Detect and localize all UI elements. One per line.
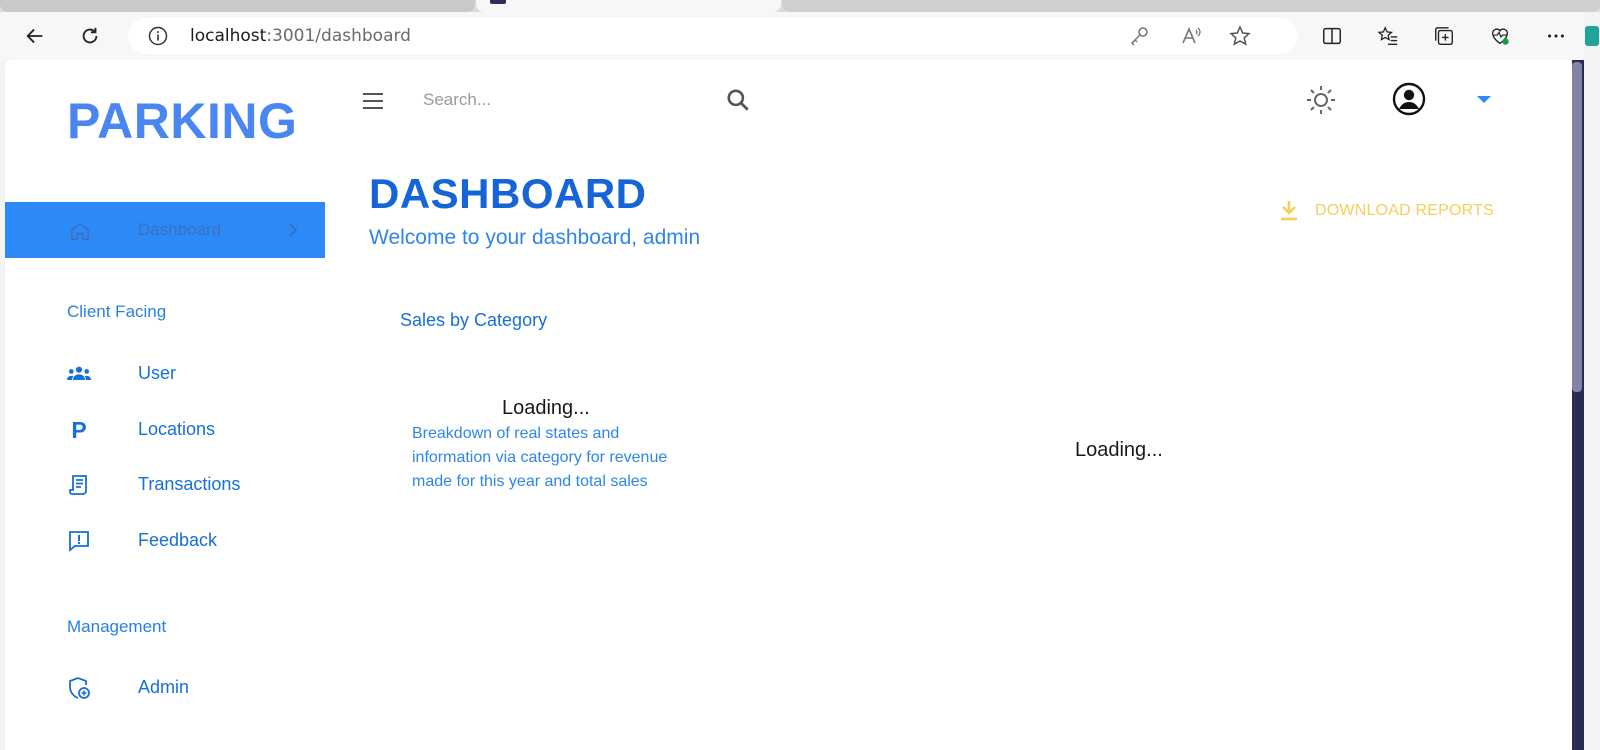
address-bar[interactable]: localhost:3001/dashboard bbox=[128, 18, 1298, 54]
sidebar-item-label: Locations bbox=[138, 419, 216, 439]
site-info-icon[interactable] bbox=[148, 26, 168, 46]
sidebar-item-label: Admin bbox=[138, 677, 190, 697]
back-button[interactable] bbox=[19, 20, 51, 52]
search-input[interactable] bbox=[423, 86, 713, 114]
more-menu-button[interactable] bbox=[1540, 20, 1572, 52]
users-icon bbox=[67, 362, 91, 386]
loading-indicator: Loading... bbox=[1075, 439, 1163, 461]
reload-icon bbox=[82, 27, 98, 44]
browser-tab-strip bbox=[0, 0, 1600, 12]
sidebar-item-label: User bbox=[138, 363, 177, 383]
sidebar-item-locations[interactable]: P Locations bbox=[5, 409, 325, 449]
sidebar-item-user[interactable]: User bbox=[5, 353, 325, 393]
section-management: Management bbox=[67, 617, 167, 636]
section-client-facing: Client Facing bbox=[67, 302, 167, 321]
feedback-icon bbox=[67, 529, 91, 553]
brand-logo[interactable]: PARKING bbox=[67, 92, 297, 150]
browser-tab[interactable] bbox=[782, 0, 1600, 12]
download-icon bbox=[1281, 201, 1297, 221]
download-reports-button[interactable]: DOWNLOAD REPORTS bbox=[1277, 196, 1494, 226]
search-icon[interactable] bbox=[725, 87, 751, 113]
favorites-list-icon bbox=[1377, 26, 1398, 45]
read-aloud-icon[interactable] bbox=[1180, 25, 1202, 47]
sidebar-item-label: Feedback bbox=[138, 530, 218, 550]
web-page: PARKING Dashboard Client Facing User P L… bbox=[5, 60, 1572, 750]
sidebar-item-dashboard[interactable]: Dashboard bbox=[5, 202, 325, 258]
heart-pulse-icon bbox=[1491, 28, 1509, 45]
caret-down-icon[interactable] bbox=[1475, 92, 1493, 106]
sidebar-item-label: Dashboard bbox=[138, 220, 222, 239]
browser-tab[interactable] bbox=[0, 0, 475, 12]
card-description: Breakdown of real states and information… bbox=[412, 425, 668, 490]
page-subtitle: Welcome to your dashboard, admin bbox=[369, 226, 701, 249]
page-title: DASHBOARD bbox=[369, 170, 647, 217]
sidebar-item-label: Transactions bbox=[138, 474, 241, 494]
favorite-star-icon[interactable] bbox=[1229, 25, 1251, 47]
sidebar-item-transactions[interactable]: Transactions bbox=[5, 464, 325, 504]
split-screen-button[interactable] bbox=[1316, 20, 1348, 52]
page-scrollbar-thumb[interactable] bbox=[1572, 62, 1582, 392]
receipt-icon bbox=[67, 473, 91, 497]
more-dots-icon bbox=[1548, 34, 1564, 38]
key-icon[interactable] bbox=[1128, 25, 1150, 47]
menu-icon[interactable] bbox=[361, 90, 385, 112]
admin-shield-icon bbox=[67, 676, 91, 700]
download-reports-label: DOWNLOAD REPORTS bbox=[1315, 202, 1494, 219]
light-mode-icon[interactable] bbox=[1305, 84, 1337, 116]
sidebar-item-admin[interactable]: Admin bbox=[5, 667, 325, 707]
home-icon bbox=[70, 222, 90, 241]
collections-button[interactable] bbox=[1428, 20, 1460, 52]
browser-sidebar-strip bbox=[1584, 12, 1600, 750]
browser-tab-active[interactable] bbox=[476, 0, 781, 12]
browser-toolbar: localhost:3001/dashboard bbox=[0, 12, 1600, 60]
reload-button[interactable] bbox=[74, 20, 106, 52]
collections-icon bbox=[1435, 27, 1453, 45]
back-arrow-icon bbox=[26, 28, 43, 44]
split-screen-icon bbox=[1323, 27, 1341, 45]
tab-favicon bbox=[490, 0, 506, 4]
sales-by-category-title: Sales by Category bbox=[400, 310, 548, 330]
profile-avatar-icon[interactable] bbox=[1392, 82, 1426, 116]
sidebar-item-feedback[interactable]: Feedback bbox=[5, 520, 325, 560]
chevron-right-icon bbox=[289, 223, 298, 237]
loading-indicator: Loading... bbox=[502, 397, 590, 419]
favorites-button[interactable] bbox=[1372, 20, 1404, 52]
copilot-icon[interactable] bbox=[1585, 26, 1599, 46]
browser-essentials-button[interactable] bbox=[1484, 20, 1516, 52]
parking-icon: P bbox=[71, 416, 87, 443]
url-text[interactable]: localhost:3001/dashboard bbox=[190, 26, 411, 46]
